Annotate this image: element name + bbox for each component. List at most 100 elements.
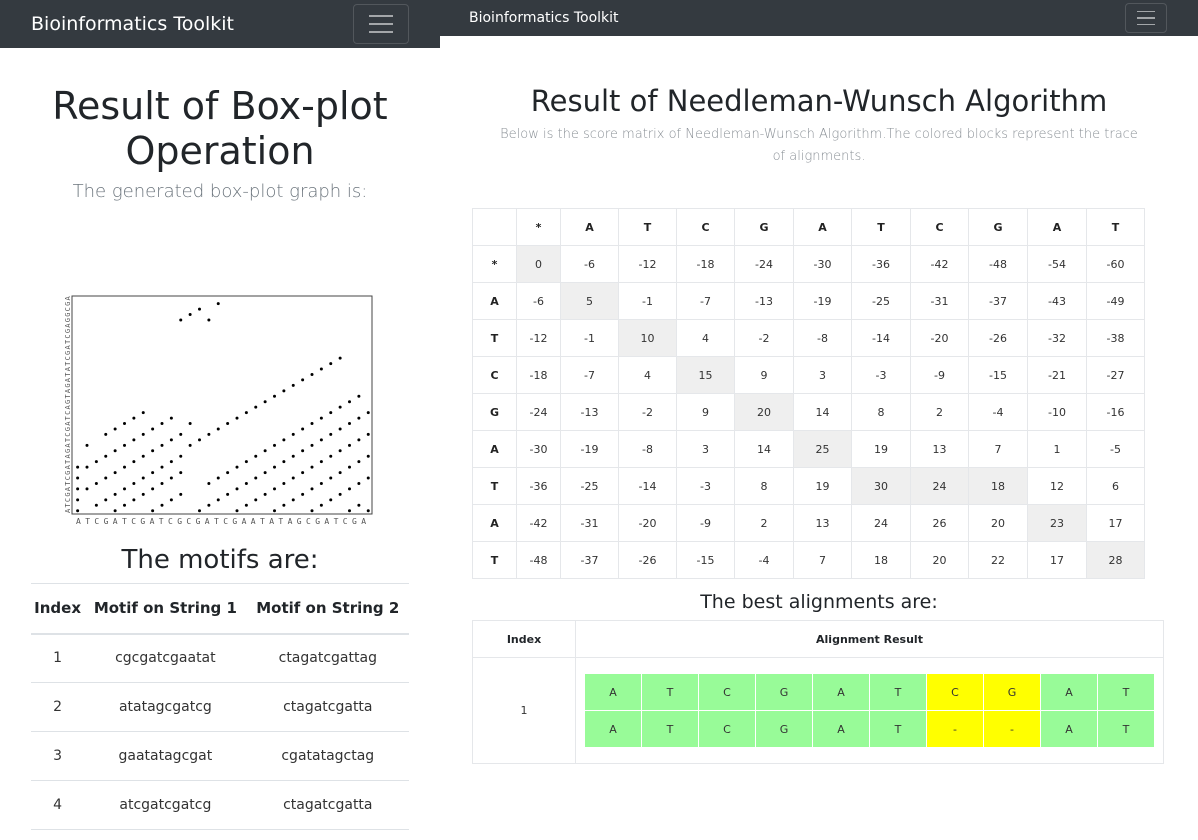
alignment-base: A <box>812 710 870 748</box>
motifs-table: Index Motif on String 1 Motif on String … <box>31 583 409 830</box>
matrix-cell: 7 <box>793 541 852 579</box>
matrix-cell: -60 <box>1086 245 1145 283</box>
y-axis-letter: G <box>64 383 72 387</box>
plot-dot <box>151 487 155 491</box>
matrix-row-header: G <box>472 393 517 431</box>
y-axis-letter: T <box>64 339 72 344</box>
plot-dot <box>319 438 323 442</box>
plot-dot <box>263 400 267 404</box>
y-axis-letter: A <box>64 388 72 393</box>
table-row: 2 atatagcgatcg ctagatcgatta <box>31 682 409 732</box>
plot-dot <box>338 492 342 496</box>
x-axis-letter: A <box>76 517 81 526</box>
plot-dot <box>169 498 173 502</box>
plot-dot <box>104 476 108 480</box>
best-alignments-heading: The best alignments are: <box>700 591 938 613</box>
plot-dot <box>254 454 258 458</box>
cell-index: 3 <box>31 731 85 781</box>
cell-motif1: atatagcgatcg <box>84 682 247 732</box>
matrix-cell: -15 <box>968 356 1028 394</box>
y-axis-letter: C <box>64 307 72 311</box>
cell-index: 1 <box>472 657 576 764</box>
matrix-cell: 30 <box>851 467 911 505</box>
dot-plot-image: A T C G A T C G A T C G C G A T C G A A T A T A G C G A T C G AATCGATCG… <box>64 295 373 526</box>
plot-dot <box>151 427 155 431</box>
plot-dot <box>291 498 295 502</box>
cell-index: 1 <box>31 633 85 683</box>
x-axis-letter: A <box>113 517 118 526</box>
matrix-cell: -7 <box>676 282 735 320</box>
plot-dot <box>348 400 351 404</box>
plot-dot <box>104 432 108 436</box>
menu-toggle-button[interactable] <box>353 4 409 44</box>
matrix-col-header: T <box>1086 208 1145 246</box>
plot-dot <box>113 471 117 475</box>
matrix-cell: -42 <box>910 245 969 283</box>
y-axis-letter: T <box>64 503 72 508</box>
matrix-cell: -19 <box>793 282 852 320</box>
x-axis-letter: C <box>131 517 136 526</box>
matrix-col-header: T <box>851 208 911 246</box>
score-matrix-table: * A T C G A T C G A T * 0 -6 -12 -18 -24 -30 -36 -42 -48 -54-… <box>472 208 1145 579</box>
plot-dot <box>254 498 258 502</box>
matrix-col-header: * <box>516 208 561 246</box>
plot-dot <box>291 383 295 387</box>
alignment-base: - <box>926 710 984 748</box>
y-axis-letter: T <box>64 459 72 464</box>
plot-dot <box>310 372 314 376</box>
plot-dot <box>282 438 286 442</box>
left-window: Bioinformatics Toolkit Result of Box-plo… <box>0 0 440 840</box>
plot-dot <box>141 432 145 436</box>
plot-dot <box>366 432 370 436</box>
alignment-base: C <box>926 673 984 711</box>
plot-dot <box>348 465 351 469</box>
matrix-cell: -21 <box>1027 356 1087 394</box>
matrix-cell: -16 <box>1086 393 1145 431</box>
alignment-base: T <box>869 710 927 748</box>
matrix-cell: 14 <box>734 430 794 468</box>
cell-index: 2 <box>31 682 85 732</box>
plot-dot <box>179 454 183 458</box>
navbar-brand[interactable]: Bioinformatics Toolkit <box>31 13 234 35</box>
matrix-col-header: A <box>1027 208 1087 246</box>
plot-dot <box>291 476 295 480</box>
alignments-table: Index Alignment Result 1ATCGATCGATATCGAT… <box>472 620 1164 764</box>
matrix-row-header: T <box>472 541 517 579</box>
matrix-cell: -18 <box>676 245 735 283</box>
menu-toggle-button[interactable] <box>1125 3 1167 33</box>
plot-dot <box>244 481 248 485</box>
matrix-col-header: G <box>968 208 1028 246</box>
x-axis-letter: G <box>352 517 357 526</box>
plot-dot <box>76 465 80 469</box>
matrix-cell: 9 <box>734 356 794 394</box>
plot-dot <box>160 503 164 507</box>
matrix-cell: 2 <box>910 393 969 431</box>
cell-motif1: gaatatagcgat <box>84 731 247 781</box>
y-axis-letter: A <box>64 508 72 513</box>
navbar-brand[interactable]: Bioinformatics Toolkit <box>469 10 619 26</box>
y-axis-letter: A <box>64 443 72 448</box>
alignment-grid: ATCGATCGATATCGAT--AT <box>584 673 1155 748</box>
plot-dot <box>113 427 117 431</box>
plot-dot <box>226 422 230 426</box>
motifs-heading: The motifs are: <box>121 545 319 575</box>
matrix-cell: 22 <box>968 541 1028 579</box>
plot-dot <box>301 427 305 431</box>
plot-dot <box>263 471 267 475</box>
matrix-cell: -24 <box>734 245 794 283</box>
alignment-base: T <box>1097 673 1155 711</box>
matrix-cell: -14 <box>851 319 911 357</box>
plot-dot <box>151 449 155 453</box>
matrix-cell: 19 <box>793 467 852 505</box>
cell-motif2: cgatatagctag <box>246 731 409 781</box>
x-axis-letter: C <box>343 517 348 526</box>
matrix-row-header: T <box>472 467 517 505</box>
matrix-cell: 20 <box>910 541 969 579</box>
matrix-cell: -1 <box>560 319 619 357</box>
y-axis-letter: A <box>64 377 72 382</box>
plot-dot <box>226 492 230 496</box>
matrix-cell: -14 <box>618 467 677 505</box>
plot-dot <box>348 443 351 447</box>
plot-dot <box>329 454 333 458</box>
matrix-cell: -38 <box>1086 319 1145 357</box>
